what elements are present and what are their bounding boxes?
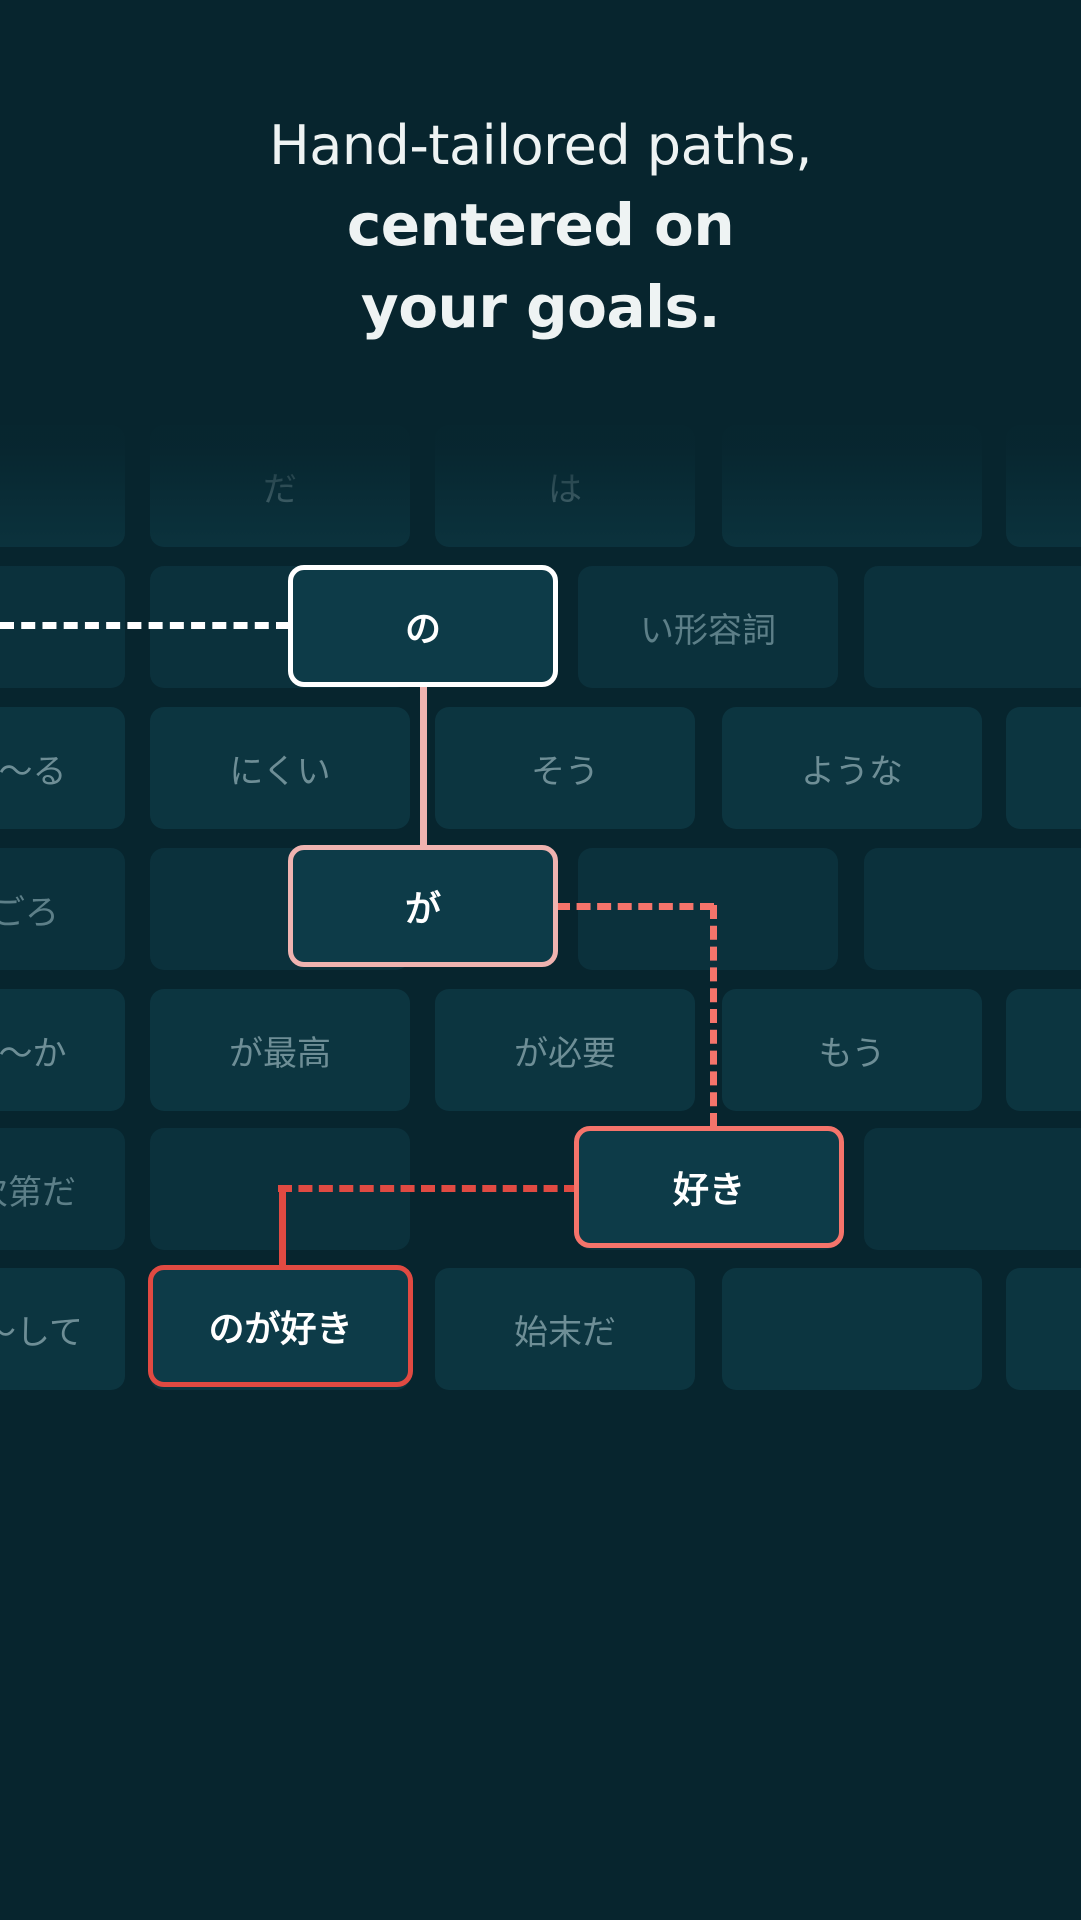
grammar-tile[interactable] [864,1128,1081,1250]
grammar-tile[interactable] [150,1128,410,1250]
selected-node-ga[interactable]: が [288,845,558,967]
grammar-tile[interactable] [578,848,838,970]
selected-node-no[interactable]: の [288,565,558,687]
promo-screen: だはい形容詞〜るにくいそうようなごろ〜かが最高が必要もう次第だ〜して始末だ のが… [0,0,1081,1920]
grammar-tile[interactable]: ような [722,707,982,829]
grammar-tile[interactable]: が最高 [150,989,410,1111]
grammar-tile[interactable] [1006,425,1081,547]
grammar-tile[interactable] [1006,707,1081,829]
grammar-tile[interactable]: にくい [150,707,410,829]
grammar-tile[interactable]: もう [722,989,982,1111]
grammar-tile[interactable]: 〜る [0,707,125,829]
grammar-tile[interactable]: が必要 [435,989,695,1111]
grammar-tile[interactable]: 始末だ [435,1268,695,1390]
selected-node-nogasuki[interactable]: のが好き [148,1265,413,1387]
grammar-tile[interactable]: い形容詞 [578,566,838,688]
title-line-2: centered on [346,191,735,259]
title-line-1: Hand-tailored paths, [269,114,812,177]
grammar-tile[interactable]: 〜か [0,989,125,1111]
grammar-tile[interactable]: ごろ [0,848,125,970]
grammar-tile[interactable] [722,425,982,547]
title-line-3: your goals. [360,273,721,341]
grammar-tile[interactable] [1006,1268,1081,1390]
grammar-tile[interactable]: 次第だ [0,1128,125,1250]
grammar-tile[interactable]: 〜して [0,1268,125,1390]
grammar-tile[interactable]: だ [150,425,410,547]
page-title: Hand-tailored paths, centered on your go… [0,108,1081,348]
grammar-tile[interactable] [864,848,1081,970]
grammar-tile[interactable] [1006,989,1081,1111]
grammar-tile[interactable] [722,1268,982,1390]
selected-node-suki[interactable]: 好き [574,1126,844,1248]
grammar-tile[interactable]: は [435,425,695,547]
grammar-tile[interactable] [864,566,1081,688]
grammar-tile[interactable] [0,566,125,688]
grammar-tile[interactable]: そう [435,707,695,829]
grammar-tile[interactable] [0,425,125,547]
